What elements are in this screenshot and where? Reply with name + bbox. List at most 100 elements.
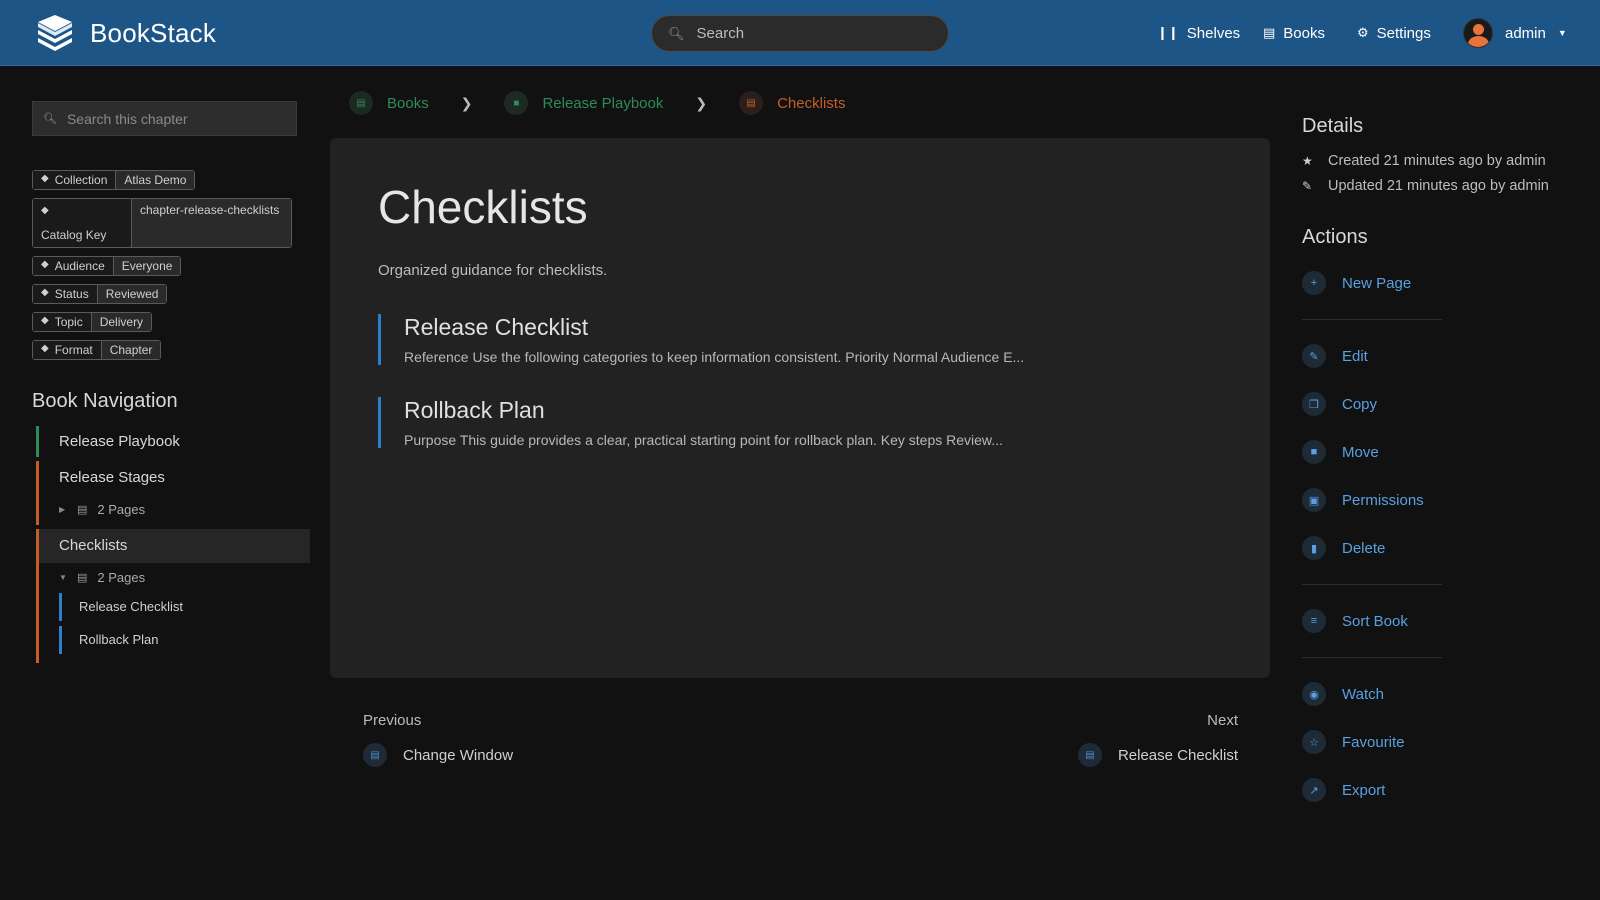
nav-page-rollback-plan[interactable]: Rollback Plan: [59, 626, 310, 654]
chevron-down-icon: ▼: [1557, 28, 1567, 38]
tag-value[interactable]: chapter-release-checklists: [131, 199, 291, 247]
tag-value[interactable]: Delivery: [90, 313, 152, 331]
copy-label: Copy: [1342, 395, 1378, 413]
tag-value[interactable]: Chapter: [100, 341, 161, 359]
previous-label: Previous: [363, 712, 422, 729]
tag-value[interactable]: Atlas Demo: [115, 171, 195, 189]
plus-icon: +: [1302, 271, 1326, 295]
page-icon: ▤: [1077, 743, 1102, 767]
search-icon: 🔍︎: [668, 25, 685, 41]
page-entry-title[interactable]: Release Checklist: [404, 314, 1238, 341]
chevron-right-icon: ❯: [460, 94, 473, 111]
book-navigation-title: Book Navigation: [32, 390, 178, 412]
page-icon: ▤: [77, 504, 88, 516]
page-entry[interactable]: Rollback Plan Purpose This guide provide…: [378, 397, 1238, 448]
sort-book-button[interactable]: ≡ Sort Book: [1302, 597, 1592, 645]
search-icon: 🔍︎: [43, 113, 57, 125]
tag-list: ◆ Collection Atlas Demo ◆ Catalog Key chap…: [32, 170, 302, 368]
tag-name[interactable]: Status: [55, 287, 89, 301]
nav-books-label: Books: [1283, 24, 1325, 42]
tag-name[interactable]: Catalog Key: [41, 226, 111, 245]
chapter-content-card: Checklists Organized guidance for checkl…: [330, 138, 1270, 678]
move-button[interactable]: ■ Move: [1302, 428, 1592, 476]
page-icon: ▤: [363, 743, 387, 767]
tag-icon: ◆: [41, 173, 49, 184]
next-page-link[interactable]: ▤ Release Checklist: [1077, 743, 1238, 767]
favourite-button[interactable]: ☆ Favourite: [1302, 718, 1592, 766]
breadcrumb-books[interactable]: ▤ Books: [349, 91, 429, 115]
app-logo[interactable]: BookStack: [34, 14, 216, 52]
export-button[interactable]: ↗ Export: [1302, 766, 1592, 814]
actions-title: Actions: [1302, 226, 1368, 248]
tag-item[interactable]: ◆ Audience Everyone: [32, 256, 182, 276]
divider: [1302, 657, 1442, 658]
chapter-pages-toggle[interactable]: ▶ ▤ 2 Pages: [59, 495, 310, 525]
delete-button[interactable]: ▮ Delete: [1302, 524, 1592, 572]
tag-name[interactable]: Audience: [55, 259, 105, 273]
breadcrumb-chapter[interactable]: ▤ Checklists: [739, 91, 845, 115]
books-icon: ▤: [1263, 25, 1276, 40]
app-name: BookStack: [90, 17, 217, 48]
tag-name[interactable]: Format: [55, 343, 93, 357]
copy-button[interactable]: ❐ Copy: [1302, 380, 1592, 428]
global-search[interactable]: 🔍︎: [651, 15, 949, 52]
chapter-pages-toggle[interactable]: ▼ ▤ 2 Pages: [59, 563, 310, 593]
tag-value[interactable]: Reviewed: [96, 285, 167, 303]
divider: [1302, 584, 1442, 585]
book-navigation: Release Playbook Release Stages ▶ ▤ 2 Pa…: [36, 426, 310, 663]
tag-item[interactable]: ◆ Format Chapter: [32, 340, 162, 360]
pages-count: 2 Pages: [97, 570, 146, 585]
divider: [1302, 319, 1442, 320]
nav-shelves[interactable]: ❙❙ Shelves: [1157, 0, 1240, 66]
chapter-search[interactable]: 🔍︎: [32, 101, 297, 136]
updated-text: Updated 21 minutes ago by admin: [1328, 177, 1549, 194]
tag-item[interactable]: ◆ Topic Delivery: [32, 312, 153, 332]
tag-icon: ◆: [41, 205, 49, 216]
nav-books[interactable]: ▤ Books: [1263, 0, 1325, 66]
next-label: Next: [1207, 712, 1238, 729]
tag-name[interactable]: Topic: [55, 315, 83, 329]
new-page-button[interactable]: + New Page: [1302, 259, 1592, 307]
nav-settings[interactable]: ⚙ Settings: [1357, 0, 1431, 66]
breadcrumb-label: Release Playbook: [542, 94, 664, 112]
watch-button[interactable]: ◉ Watch: [1302, 670, 1592, 718]
user-menu[interactable]: admin ▼: [1463, 0, 1567, 66]
page-entry-title[interactable]: Rollback Plan: [404, 397, 1238, 424]
export-icon: ↗: [1302, 778, 1326, 802]
new-page-label: New Page: [1342, 274, 1412, 292]
tag-value[interactable]: Everyone: [112, 257, 181, 275]
sort-icon: ≡: [1302, 609, 1326, 633]
tag-item[interactable]: ◆ Collection Atlas Demo: [32, 170, 196, 190]
permissions-button[interactable]: ▣ Permissions: [1302, 476, 1592, 524]
nav-chapter-title[interactable]: Checklists: [39, 529, 310, 563]
folder-icon: ■: [1302, 440, 1326, 464]
tag-icon: ◆: [41, 315, 49, 326]
pencil-icon: ✎: [1302, 178, 1313, 193]
edit-button[interactable]: ✎ Edit: [1302, 332, 1592, 380]
chapter-page-list: Release Checklist Rollback Plan: [59, 593, 310, 663]
nav-chapter-title[interactable]: Release Stages: [59, 461, 310, 495]
tag-icon: ◆: [41, 259, 49, 270]
breadcrumb-label: Books: [387, 94, 429, 112]
search-input[interactable]: [696, 25, 917, 42]
updated-detail: ✎ Updated 21 minutes ago by admin: [1302, 173, 1592, 198]
chapter-search-input[interactable]: [66, 110, 287, 127]
move-label: Move: [1342, 443, 1379, 461]
page-entry-excerpt: Reference Use the following categories t…: [404, 349, 1025, 365]
page-entry[interactable]: Release Checklist Reference Use the foll…: [378, 314, 1238, 365]
breadcrumb-book[interactable]: ■ Release Playbook: [504, 91, 663, 115]
eye-icon: ◉: [1302, 682, 1326, 706]
pages-count: 2 Pages: [97, 502, 146, 517]
nav-settings-label: Settings: [1376, 24, 1431, 42]
caret-right-icon: ▶: [59, 505, 66, 514]
settings-icon: ⚙: [1357, 25, 1369, 40]
tag-item[interactable]: ◆ Catalog Key chapter-release-checklists: [32, 198, 292, 248]
breadcrumb-label: Checklists: [777, 94, 846, 112]
nav-chapter-checklists: Checklists ▼ ▤ 2 Pages Release Checklist…: [36, 529, 310, 663]
previous-page-link[interactable]: ▤ Change Window: [363, 743, 513, 767]
tag-name[interactable]: Collection: [55, 173, 108, 187]
created-detail: ★ Created 21 minutes ago by admin: [1302, 148, 1592, 173]
nav-book-link[interactable]: Release Playbook: [36, 426, 310, 457]
tag-item[interactable]: ◆ Status Reviewed: [32, 284, 168, 304]
nav-page-release-checklist[interactable]: Release Checklist: [59, 593, 310, 621]
